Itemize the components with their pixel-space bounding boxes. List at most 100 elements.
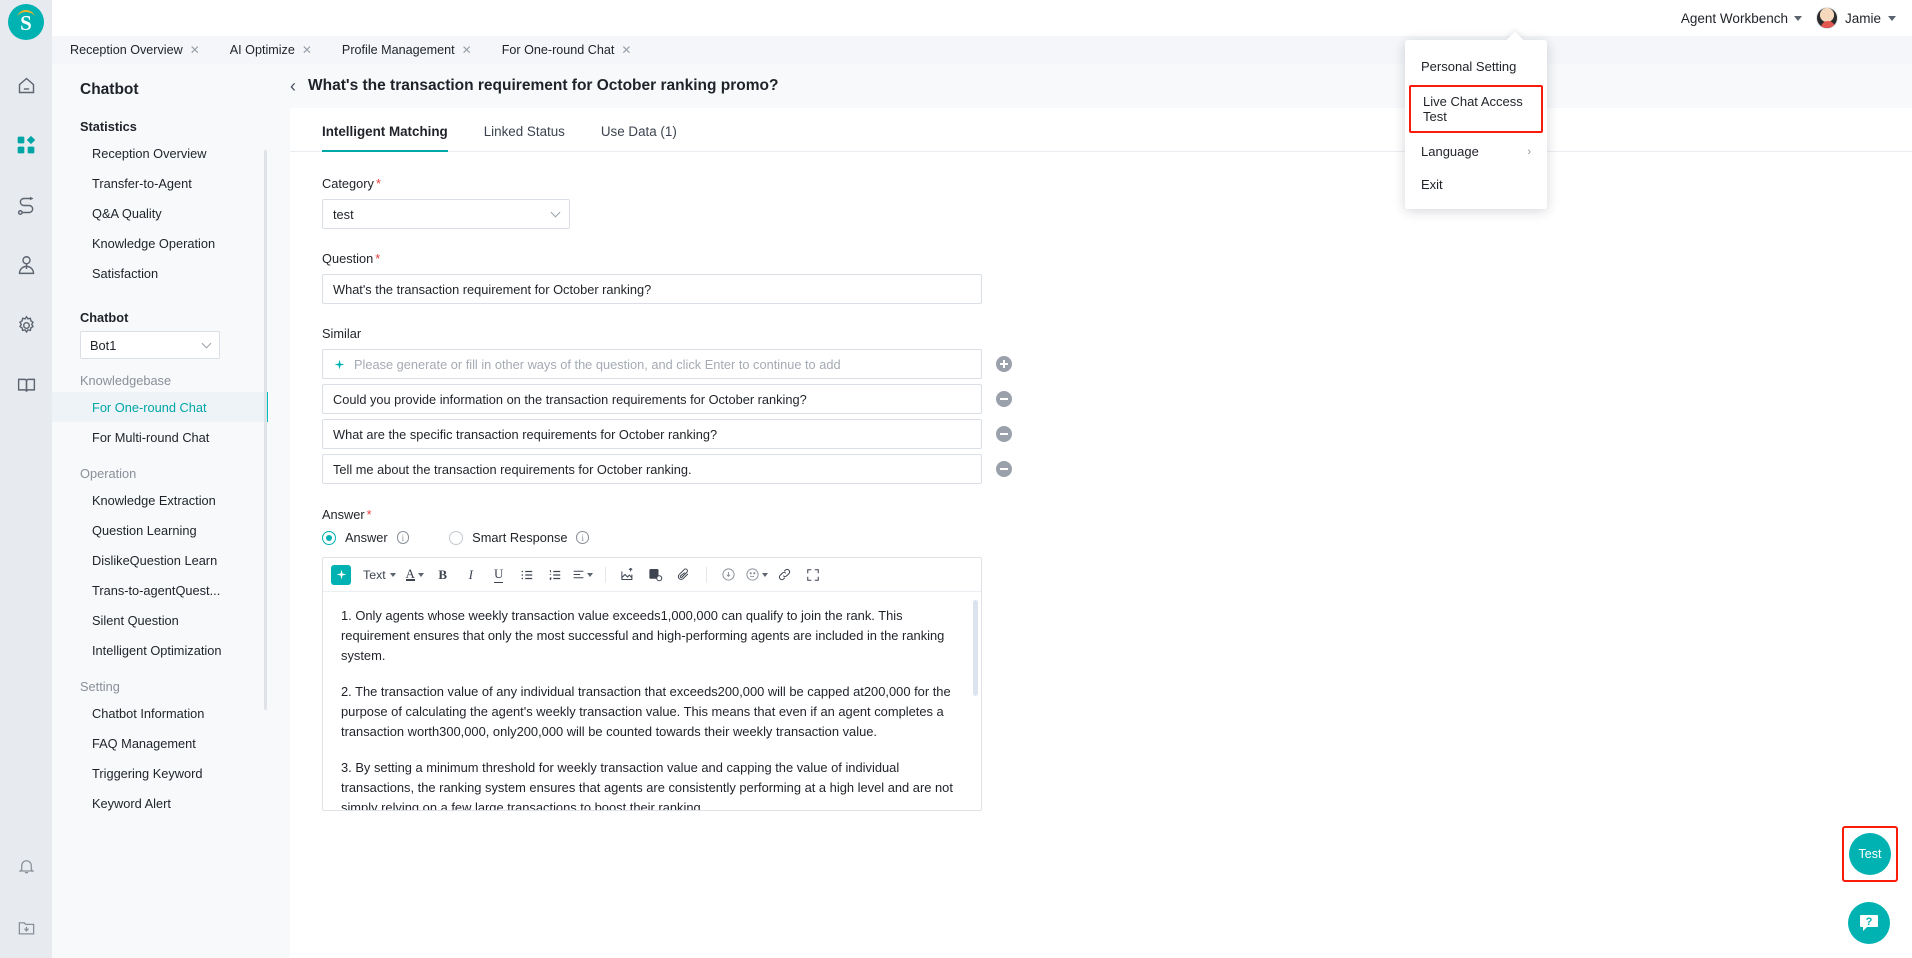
close-icon[interactable]: ✕ <box>190 44 200 56</box>
link-icon[interactable] <box>772 563 798 587</box>
text-style-dropdown[interactable]: Text <box>359 563 400 587</box>
sidebar-item-q-a-quality[interactable]: Q&A Quality <box>52 198 268 228</box>
insert-media-icon[interactable] <box>716 563 742 587</box>
user-name: Jamie <box>1844 10 1881 26</box>
chatbot-select[interactable]: Bot1 <box>80 331 220 359</box>
sidebar-item-chatbot-information[interactable]: Chatbot Information <box>52 698 268 728</box>
editor-scrollbar[interactable] <box>973 600 978 696</box>
browser-tab-label: For One-round Chat <box>501 43 615 57</box>
sidebar-item-satisfaction[interactable]: Satisfaction <box>52 258 268 288</box>
sidebar-item-faq-management[interactable]: FAQ Management <box>52 728 268 758</box>
bullet-list-icon[interactable] <box>514 563 540 587</box>
browser-tab-label: AI Optimize <box>229 43 295 57</box>
bold-icon[interactable]: B <box>430 563 456 587</box>
toolbar-divider <box>705 566 707 583</box>
menu-item-live-chat-access-test[interactable]: Live Chat Access Test <box>1409 85 1543 133</box>
book-icon[interactable] <box>9 368 43 402</box>
question-input[interactable]: What's the transaction requirement for O… <box>322 274 982 304</box>
similar-input[interactable]: Could you provide information on the tra… <box>322 384 982 414</box>
sidebar-item-for-multi-round-chat[interactable]: For Multi-round Chat <box>52 422 268 452</box>
sidebar-item-silent-question[interactable]: Silent Question <box>52 605 268 635</box>
menu-item-label: Personal Setting <box>1421 59 1517 74</box>
menu-item-language[interactable]: Language › <box>1405 135 1547 168</box>
browser-tab[interactable]: Profile Management ✕ <box>342 43 488 57</box>
help-button[interactable]: ? <box>1848 902 1890 944</box>
editor-body[interactable]: 1. Only agents whose weekly transaction … <box>323 592 981 810</box>
sidebar-item-knowledge-operation[interactable]: Knowledge Operation <box>52 228 268 258</box>
required-mark: * <box>375 176 381 191</box>
back-icon[interactable]: ‹ <box>290 77 296 95</box>
sidebar-item-dislikequestion-learn[interactable]: DislikeQuestion Learn <box>52 545 268 575</box>
sidebar-group-statistics: Statistics <box>80 119 137 134</box>
insert-video-icon[interactable] <box>643 563 669 587</box>
similar-input[interactable]: Tell me about the transaction requiremen… <box>322 454 982 484</box>
sidebar-item-triggering-keyword[interactable]: Triggering Keyword <box>52 758 268 788</box>
underline-icon[interactable]: U <box>486 563 512 587</box>
sidebar-item-knowledge-extraction[interactable]: Knowledge Extraction <box>52 485 268 515</box>
avatar <box>1815 7 1838 29</box>
remove-similar-button[interactable] <box>996 461 1012 477</box>
sidebar-scrollbar[interactable] <box>264 150 267 710</box>
close-icon[interactable]: ✕ <box>462 44 472 56</box>
browser-tab[interactable]: For One-round Chat ✕ <box>502 43 648 57</box>
tab-use-data-1[interactable]: Use Data (1) <box>601 124 677 151</box>
agent-workbench-selector[interactable]: Agent Workbench <box>1681 11 1802 26</box>
editor-paragraph: 2. The transaction value of any individu… <box>341 684 951 739</box>
flow-icon[interactable] <box>9 188 43 222</box>
similar-value: Tell me about the transaction requiremen… <box>333 461 692 477</box>
similar-new-input[interactable]: Please generate or fill in other ways of… <box>322 349 982 379</box>
insert-image-icon[interactable] <box>615 563 641 587</box>
attachment-icon[interactable] <box>671 563 697 587</box>
align-icon[interactable] <box>570 563 596 587</box>
home-icon[interactable] <box>9 68 43 102</box>
add-similar-button[interactable] <box>996 356 1012 372</box>
tab-intelligent-matching[interactable]: Intelligent Matching <box>322 124 448 152</box>
sidebar-title: Chatbot <box>80 81 139 98</box>
similar-row: Tell me about the transaction requiremen… <box>322 454 1912 484</box>
browser-tab-label: Reception Overview <box>70 43 183 57</box>
radio-answer[interactable] <box>322 530 336 545</box>
apps-icon[interactable] <box>9 128 43 162</box>
menu-item-personal-setting[interactable]: Personal Setting <box>1405 50 1547 83</box>
sidebar-item-for-one-round-chat[interactable]: For One-round Chat <box>52 392 268 422</box>
test-button[interactable]: Test <box>1849 833 1891 875</box>
answer-editor: Text A B I U 1. Only agents whose weekly… <box>322 557 982 811</box>
gear-icon[interactable] <box>9 308 43 342</box>
user-menu-trigger[interactable]: Jamie <box>1815 7 1896 29</box>
question-label: Question * <box>322 251 1912 266</box>
info-icon[interactable]: i <box>396 531 410 544</box>
category-select[interactable]: test <box>322 199 570 229</box>
knowledge-form: Category * test Question * What's the tran… <box>290 152 1912 811</box>
bell-icon[interactable] <box>9 848 43 882</box>
remove-similar-button[interactable] <box>996 391 1012 407</box>
radio-smart-response[interactable] <box>449 530 464 545</box>
browser-tab[interactable]: AI Optimize ✕ <box>230 43 328 57</box>
icon-rail: S <box>0 0 52 958</box>
font-color-icon[interactable]: A <box>402 563 428 587</box>
info-icon[interactable]: i <box>576 531 589 544</box>
sidebar-item-transfer-to-agent[interactable]: Transfer-to-Agent <box>52 168 268 198</box>
sidebar-item-intelligent-optimization[interactable]: Intelligent Optimization <box>52 635 268 665</box>
fullscreen-icon[interactable] <box>800 563 826 587</box>
tab-linked-status[interactable]: Linked Status <box>484 124 565 151</box>
ai-sparkle-icon[interactable] <box>331 564 351 585</box>
close-icon[interactable]: ✕ <box>621 44 631 56</box>
similar-value: What are the specific transaction requir… <box>333 426 718 442</box>
emoji-icon[interactable] <box>744 563 770 587</box>
close-icon[interactable]: ✕ <box>302 44 312 56</box>
browser-tab[interactable]: Reception Overview ✕ <box>70 43 216 57</box>
sidebar-item-reception-overview[interactable]: Reception Overview <box>52 138 268 168</box>
sidebar-item-question-learning[interactable]: Question Learning <box>52 515 268 545</box>
app-logo[interactable]: S <box>8 4 44 40</box>
agent-icon[interactable] <box>9 248 43 282</box>
numbered-list-icon[interactable] <box>542 563 568 587</box>
menu-item-label: Language <box>1421 144 1479 159</box>
remove-similar-button[interactable] <box>996 426 1012 442</box>
download-folder-icon[interactable] <box>9 910 43 944</box>
similar-input[interactable]: What are the specific transaction requir… <box>322 419 982 449</box>
help-chat-icon: ? <box>1860 915 1878 931</box>
italic-icon[interactable]: I <box>458 563 484 587</box>
menu-item-exit[interactable]: Exit <box>1405 168 1547 201</box>
sidebar-item-trans-to-agentquest[interactable]: Trans-to-agentQuest... <box>52 575 268 605</box>
sidebar-item-keyword-alert[interactable]: Keyword Alert <box>52 788 268 818</box>
